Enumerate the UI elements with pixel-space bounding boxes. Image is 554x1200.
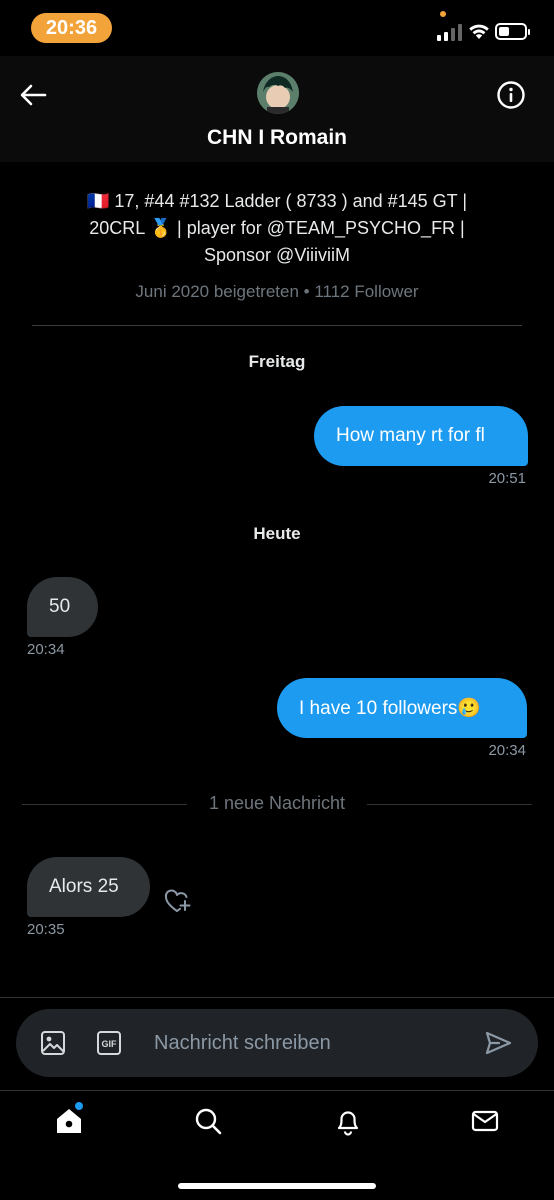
tab-search[interactable] bbox=[191, 1104, 225, 1138]
add-image-button[interactable] bbox=[40, 1030, 66, 1056]
day-label-today: Heute bbox=[253, 524, 301, 543]
message-received[interactable]: Alors 25 bbox=[27, 857, 150, 917]
new-messages-divider: 1 neue Nachricht bbox=[22, 793, 532, 815]
bio-line: 🇫🇷 17, #44 #132 Ladder ( 8733 ) and #145… bbox=[86, 191, 468, 211]
image-icon bbox=[41, 1031, 65, 1055]
day-label-friday: Freitag bbox=[248, 352, 306, 371]
arrow-left-icon bbox=[20, 84, 47, 106]
status-bar: 20:36 bbox=[0, 0, 554, 56]
cellular-signal-icon bbox=[437, 23, 463, 41]
info-icon bbox=[497, 81, 525, 109]
avatar-image bbox=[257, 72, 299, 114]
message-timestamp: 20:51 bbox=[488, 470, 526, 487]
heart-plus-icon bbox=[164, 889, 191, 912]
profile-bio: 🇫🇷 17, #44 #132 Ladder ( 8733 ) and #145… bbox=[30, 188, 524, 269]
bio-line: 20CRL 🥇 | player for @TEAM_PSYCHO_FR | bbox=[89, 218, 465, 238]
new-messages-label: 1 neue Nachricht bbox=[208, 793, 346, 813]
bio-line: Sponsor @ViiiviiM bbox=[204, 245, 350, 265]
back-button[interactable] bbox=[18, 80, 48, 110]
divider bbox=[32, 325, 522, 326]
notification-dot bbox=[75, 1102, 83, 1110]
divider bbox=[0, 1090, 554, 1091]
message-sent[interactable]: How many rt for fl bbox=[314, 406, 528, 466]
avatar[interactable] bbox=[257, 72, 299, 114]
home-indicator bbox=[178, 1183, 376, 1189]
search-icon bbox=[195, 1108, 222, 1135]
mic-indicator-dot bbox=[440, 11, 446, 17]
gif-icon: GIF bbox=[97, 1031, 121, 1055]
message-timestamp: 20:34 bbox=[27, 641, 65, 658]
profile-joined-followers: Juni 2020 beigetreten • 1112 Follower bbox=[135, 282, 419, 301]
message-input[interactable]: Nachricht schreiben bbox=[154, 1009, 454, 1077]
wifi-icon bbox=[469, 24, 489, 39]
battery-icon bbox=[495, 23, 530, 40]
send-icon bbox=[485, 1031, 512, 1055]
home-icon bbox=[57, 1109, 81, 1133]
tab-messages[interactable] bbox=[468, 1104, 502, 1138]
bell-icon bbox=[337, 1111, 359, 1136]
message-sent[interactable]: I have 10 followers🥲 bbox=[277, 678, 527, 738]
message-timestamp: 20:34 bbox=[488, 742, 526, 759]
tab-notifications[interactable] bbox=[331, 1104, 365, 1138]
status-time: 20:36 bbox=[31, 13, 112, 43]
message-received[interactable]: 50 bbox=[27, 577, 98, 637]
conversation-header: CHN I Romain bbox=[0, 56, 554, 162]
conversation-title[interactable]: CHN I Romain bbox=[0, 126, 554, 150]
info-button[interactable] bbox=[496, 80, 526, 110]
message-timestamp: 20:35 bbox=[27, 921, 65, 938]
svg-text:GIF: GIF bbox=[102, 1039, 118, 1049]
add-gif-button[interactable]: GIF bbox=[96, 1030, 122, 1056]
send-button[interactable] bbox=[484, 1030, 512, 1056]
envelope-icon bbox=[471, 1110, 499, 1132]
message-composer: GIF Nachricht schreiben bbox=[16, 1009, 538, 1077]
add-reaction-button[interactable] bbox=[162, 886, 192, 916]
divider bbox=[0, 997, 554, 998]
